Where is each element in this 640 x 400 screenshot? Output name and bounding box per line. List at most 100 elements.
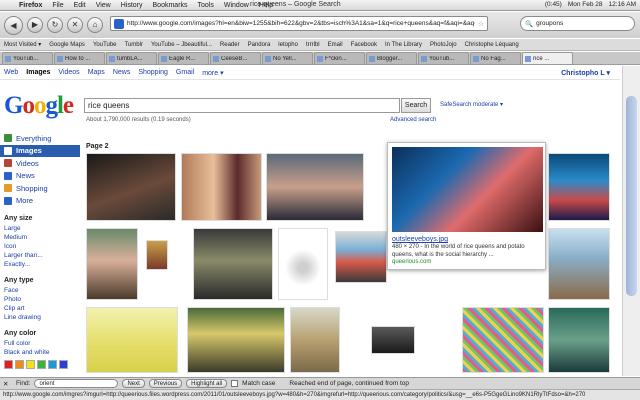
bookmark-reader[interactable]: Reader [216,42,244,48]
home-button[interactable]: ⌂ [87,17,103,33]
filter-color-bw[interactable]: Black and white [0,348,80,357]
nav-news[interactable]: News [0,170,80,183]
image-result[interactable] [278,228,328,300]
tab-4[interactable]: Eagle R... [158,52,209,64]
tab-3[interactable]: tumbLA... [106,52,157,64]
filter-type-clip-art[interactable]: Clip art [0,304,80,313]
filter-color-full[interactable]: Full color [0,339,80,348]
image-result[interactable] [462,307,544,373]
tab-1[interactable]: YouTub... [2,52,53,64]
tab-7[interactable]: F*ckin... [314,52,365,64]
bookmark-letopho[interactable]: letopho [274,42,302,48]
image-result[interactable] [266,153,364,221]
tab-6[interactable]: No Yell... [262,52,313,64]
bookmark-youtube-jbeautiful[interactable]: YouTube – Jbeautiful... [147,42,216,48]
color-swatch[interactable] [15,360,24,369]
image-result[interactable] [290,307,340,373]
tab-8[interactable]: Blogger... [366,52,417,64]
highlight-all-button[interactable]: Highlight all [186,379,228,388]
menu-app[interactable]: Firefox [14,2,47,9]
tab-10[interactable]: No Fag... [470,52,521,64]
url-bar[interactable]: http://www.google.com/images?hl=en&biw=1… [110,16,488,31]
bookmark-email[interactable]: Email [324,42,347,48]
color-swatch[interactable] [26,360,35,369]
image-result[interactable] [335,231,387,283]
nav-everything[interactable]: Everything [0,132,80,145]
search-engine-icon[interactable]: 🔍 [525,20,533,28]
close-icon[interactable]: ✕ [3,380,12,388]
image-result[interactable] [371,326,415,354]
nav-shopping[interactable]: Shopping [0,182,80,195]
forward-button[interactable]: ▶ [27,17,43,33]
search-button[interactable]: Search [401,98,431,113]
scrollbar-thumb[interactable] [626,96,637,296]
gbar-news[interactable]: News [109,69,135,76]
gbar-shopping[interactable]: Shopping [134,69,172,76]
filter-type-photo[interactable]: Photo [0,295,80,304]
reload-button[interactable]: ↻ [47,17,63,33]
find-previous-button[interactable]: Previous [148,379,183,388]
menu-window[interactable]: Window [219,2,254,9]
find-next-button[interactable]: Next [122,379,145,388]
menu-tools[interactable]: Tools [193,2,219,9]
safesearch-dropdown[interactable]: SafeSearch moderate ▾ [440,101,503,108]
bookmark-star-icon[interactable]: ☆ [475,20,487,28]
gbar-gmail[interactable]: Gmail [172,69,198,76]
nav-videos[interactable]: Videos [0,157,80,170]
filter-size-larger-than[interactable]: Larger than... [0,251,80,260]
find-input[interactable]: orient [34,379,119,388]
advanced-search-link[interactable]: Advanced search [390,117,436,123]
bookmark-most-visited[interactable]: Most Visited ▾ [0,41,45,48]
menu-bookmarks[interactable]: Bookmarks [148,2,193,9]
search-input[interactable]: rice queens [84,98,400,113]
gbar-web[interactable]: Web [0,69,22,76]
bookmark-google-maps[interactable]: Google Maps [45,42,89,48]
gbar-maps[interactable]: Maps [84,69,109,76]
google-logo[interactable]: Google [4,92,74,120]
bookmark-facebook[interactable]: Facebook [347,42,381,48]
menu-file[interactable]: File [47,2,68,9]
gbar-videos[interactable]: Videos [54,69,83,76]
menu-view[interactable]: View [91,2,116,9]
color-swatch[interactable] [4,360,13,369]
browser-search-box[interactable]: 🔍 groupons [520,16,635,31]
menu-history[interactable]: History [116,2,148,9]
color-swatch[interactable] [59,360,68,369]
stop-button[interactable]: ✕ [67,17,83,33]
bookmark-christophe[interactable]: Christophe Léquang [461,42,523,48]
filter-size-exactly[interactable]: Exactly... [0,260,80,269]
tab-rice-queens[interactable]: rice ... [522,52,573,64]
back-button[interactable]: ◀ [4,15,23,35]
color-swatch[interactable] [37,360,46,369]
nav-more[interactable]: More [0,195,80,208]
bookmark-youtube[interactable]: YouTube [89,42,121,48]
image-result[interactable] [548,307,610,373]
image-result[interactable] [86,153,176,221]
image-result[interactable] [187,307,285,373]
tab-9[interactable]: YouTub... [418,52,469,64]
hover-site[interactable]: queerious.com [392,259,541,265]
nav-images[interactable]: Images [0,144,80,157]
hover-preview-image[interactable] [392,147,543,232]
filter-type-line-drawing[interactable]: Line drawing [0,313,80,322]
menu-edit[interactable]: Edit [69,2,91,9]
match-case-checkbox[interactable] [231,380,239,387]
color-swatch[interactable] [48,360,57,369]
image-result[interactable] [86,228,138,300]
filter-type-face[interactable]: Face [0,286,80,295]
filter-size-icon[interactable]: Icon [0,242,80,251]
image-result[interactable] [193,228,273,300]
image-result[interactable] [181,153,262,221]
user-account-menu[interactable]: Christopho L ▾ [561,69,610,77]
image-hover-card[interactable]: outsleeveboys.jpg 480 × 270 - In the wor… [387,142,546,270]
bookmark-photojojo[interactable]: PhotoJojo [426,42,461,48]
image-result[interactable] [548,153,610,221]
filter-size-large[interactable]: Large [0,224,80,233]
bookmark-in-the-library[interactable]: In The Library [381,42,426,48]
bookmark-tumblr[interactable]: Tumblr [121,42,147,48]
bookmark-pandora[interactable]: Pandora [244,42,275,48]
page-scrollbar[interactable] [622,66,640,376]
gbar-more[interactable]: more ▾ [198,69,227,77]
bookmark-trrrlbl[interactable]: trrrlbl [302,42,324,48]
gbar-images[interactable]: Images [22,69,54,76]
